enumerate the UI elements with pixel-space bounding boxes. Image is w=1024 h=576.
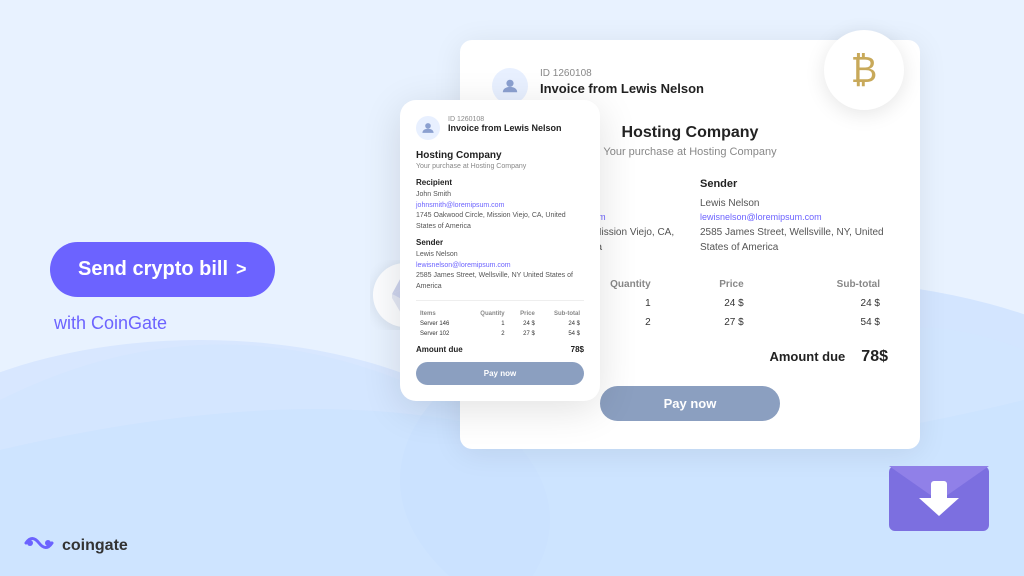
sender-address: 2585 James Street, Wellsville, NY, Unite… bbox=[700, 225, 888, 255]
divider bbox=[416, 300, 584, 301]
fg-recipient-name: John Smith bbox=[416, 191, 451, 198]
left-section: Send crypto bill > with CoinGate bbox=[0, 202, 340, 374]
fg-recipient-title: Recipient bbox=[416, 178, 584, 187]
cta-button-label: Send crypto bill bbox=[78, 258, 228, 281]
fg-item-qty: 1 bbox=[466, 319, 509, 329]
fg-col-quantity: Quantity bbox=[466, 309, 509, 319]
send-crypto-bill-button[interactable]: Send crypto bill > bbox=[50, 242, 275, 297]
invoice-card-foreground: ID 1260108 Invoice from Lewis Nelson Hos… bbox=[400, 100, 600, 401]
amount-due-value: 78$ bbox=[861, 348, 888, 366]
fg-item-price: 24 $ bbox=[509, 319, 539, 329]
fg-items-table: Items Quantity Price Sub-total Server 14… bbox=[416, 309, 584, 339]
fg-item-name: Server 146 bbox=[416, 319, 466, 329]
fg-col-items: Items bbox=[416, 309, 466, 319]
fg-col-price: Price bbox=[509, 309, 539, 319]
fg-recipient-info: John Smith johnsmith@loremipsum.com 1745… bbox=[416, 190, 584, 232]
sender-name: Lewis Nelson bbox=[700, 196, 888, 211]
fg-amount-value: 78$ bbox=[571, 345, 584, 354]
invoice-avatar-icon bbox=[492, 68, 528, 104]
fg-avatar-icon bbox=[416, 116, 440, 140]
sender-email: lewisnelson@loremipsum.com bbox=[700, 211, 888, 225]
item-price: 24 $ bbox=[659, 294, 752, 313]
invoice-id-section: ID 1260108 Invoice from Lewis Nelson bbox=[540, 68, 704, 96]
fg-invoice-from: Invoice from Lewis Nelson bbox=[448, 123, 562, 133]
fg-table-row: Server 146 1 24 $ 24 $ bbox=[416, 319, 584, 329]
sender-title: Sender bbox=[700, 178, 888, 190]
invoice-from: Invoice from Lewis Nelson bbox=[540, 81, 704, 96]
fg-recipient-email: johnsmith@loremipsum.com bbox=[416, 202, 504, 209]
fg-recipient-address: 1745 Oakwood Circle, Mission Viejo, CA, … bbox=[416, 212, 566, 230]
col-header-subtotal: Sub-total bbox=[752, 275, 888, 294]
fg-id-section: ID 1260108 Invoice from Lewis Nelson bbox=[448, 116, 562, 133]
item-subtotal: 24 $ bbox=[752, 294, 888, 313]
col-header-price: Price bbox=[659, 275, 752, 294]
fg-sender-info: Lewis Nelson lewisnelson@loremipsum.com … bbox=[416, 250, 584, 292]
fg-invoice-header: ID 1260108 Invoice from Lewis Nelson bbox=[416, 116, 584, 140]
coingate-logo-icon bbox=[24, 532, 54, 560]
fg-company-subtitle: Your purchase at Hosting Company bbox=[416, 163, 584, 170]
fg-invoice-id: ID 1260108 bbox=[448, 116, 562, 123]
pay-now-button-large[interactable]: Pay now bbox=[600, 386, 780, 421]
item-subtotal: 54 $ bbox=[752, 313, 888, 332]
fg-amount-due: Amount due 78$ bbox=[416, 345, 584, 354]
fg-table-row: Server 102 2 27 $ 54 $ bbox=[416, 329, 584, 339]
pay-now-button-fg[interactable]: Pay now bbox=[416, 362, 584, 385]
fg-item-subtotal: 54 $ bbox=[539, 329, 584, 339]
fg-item-subtotal: 24 $ bbox=[539, 319, 584, 329]
invoice-id: ID 1260108 bbox=[540, 68, 704, 79]
fg-item-price: 27 $ bbox=[509, 329, 539, 339]
fg-item-name: Server 102 bbox=[416, 329, 466, 339]
fg-sender-address: 2585 James Street, Wellsville, NY United… bbox=[416, 272, 573, 290]
bitcoin-icon: ₿ bbox=[824, 30, 904, 110]
content-wrapper: Send crypto bill > with CoinGate ₿ ID 12… bbox=[0, 0, 1024, 576]
envelope-icon bbox=[884, 436, 994, 536]
right-section: ₿ ID 1260108 Invoice from Lewis Nelson H… bbox=[340, 0, 1024, 576]
sub-text: with CoinGate bbox=[54, 313, 290, 334]
fg-col-subtotal: Sub-total bbox=[539, 309, 584, 319]
coingate-logo: coingate bbox=[24, 532, 128, 560]
fg-sender-email: lewisnelson@loremipsum.com bbox=[416, 262, 511, 269]
fg-amount-label: Amount due bbox=[416, 345, 463, 354]
fg-sender-title: Sender bbox=[416, 238, 584, 247]
cta-arrow-icon: > bbox=[236, 259, 247, 280]
fg-company-name: Hosting Company bbox=[416, 150, 584, 161]
amount-due-label: Amount due bbox=[769, 349, 845, 364]
fg-item-qty: 2 bbox=[466, 329, 509, 339]
fg-sender-name: Lewis Nelson bbox=[416, 251, 458, 258]
coingate-logo-text: coingate bbox=[62, 537, 128, 555]
sender-col: Sender Lewis Nelson lewisnelson@loremips… bbox=[700, 178, 888, 255]
item-price: 27 $ bbox=[659, 313, 752, 332]
